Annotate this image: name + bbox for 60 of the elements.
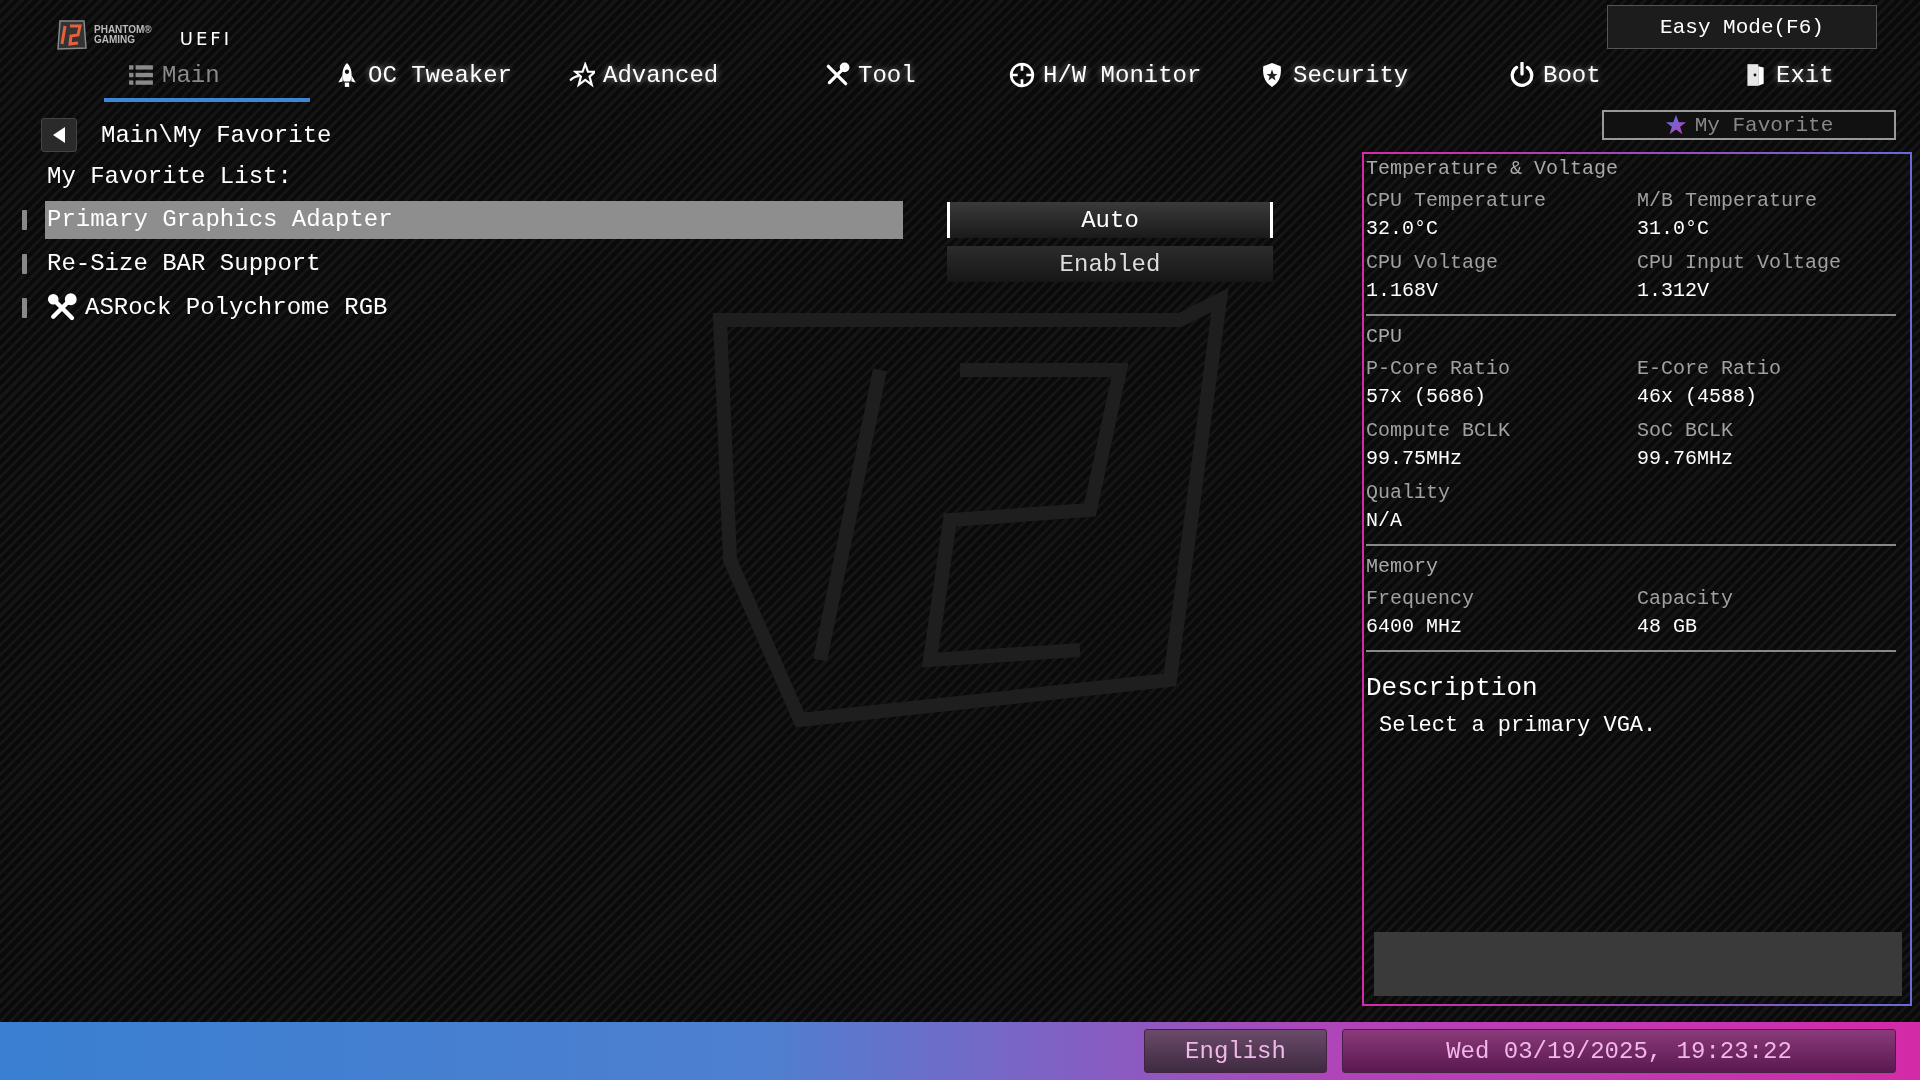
reading-value: 99.75MHz	[1366, 446, 1463, 472]
menu-tab[interactable]: Main	[104, 52, 310, 102]
reading-label: P-Core Ratio	[1366, 356, 1512, 382]
menu-tab[interactable]: Exit	[1718, 52, 1898, 102]
drag-handle[interactable]	[22, 254, 27, 274]
back-arrow-icon	[53, 127, 65, 143]
drag-handle[interactable]	[22, 210, 27, 230]
description-title: Description	[1366, 672, 1539, 705]
reading-label: Compute BCLK	[1366, 418, 1512, 444]
reading-label: M/B Temperature	[1637, 188, 1819, 214]
option-dropdown[interactable]: Auto	[947, 202, 1273, 238]
reading-label: SoC BCLK	[1637, 418, 1734, 444]
product-name: UEFI	[179, 27, 232, 49]
section-title: CPU	[1366, 324, 1403, 350]
reading-value: 48 GB	[1637, 614, 1698, 640]
reading-value: 46x (4588)	[1637, 384, 1759, 410]
list-icon	[128, 62, 154, 88]
section-title: Memory	[1366, 554, 1439, 580]
reading-value: 1.312V	[1637, 278, 1710, 304]
brand-name: PHANTOM® GAMING	[94, 25, 152, 45]
menu-tab[interactable]: OC Tweaker	[310, 52, 545, 102]
list-title: My Favorite List:	[47, 162, 293, 192]
reading-value: 57x (5686)	[1366, 384, 1488, 410]
description-text: Select a primary VGA.	[1379, 712, 1658, 740]
reading-value: 1.168V	[1366, 278, 1439, 304]
back-button[interactable]	[41, 118, 77, 152]
reading-label: Capacity	[1637, 586, 1734, 612]
reading-value: 6400 MHz	[1366, 614, 1463, 640]
easy-mode-button[interactable]: Easy Mode(F6)	[1607, 5, 1877, 49]
setting-item[interactable]: ASRock Polychrome RGB	[45, 289, 903, 327]
reading-label: CPU Input Voltage	[1637, 250, 1843, 276]
wrench-screwdriver-icon	[47, 293, 77, 323]
date-time-display: Wed 03/19/2025, 19:23:22	[1342, 1029, 1896, 1073]
crosshair-icon	[1009, 62, 1035, 88]
reading-label: Quality	[1366, 480, 1451, 506]
wrench-screwdriver-icon	[824, 62, 850, 88]
reading-label: CPU Voltage	[1366, 250, 1500, 276]
star-icon	[1664, 114, 1687, 136]
menu-tab[interactable]: H/W Monitor	[985, 52, 1235, 102]
section-title: Temperature & Voltage	[1366, 156, 1620, 182]
menu-tab[interactable]: Advanced	[545, 52, 800, 102]
reading-value: 32.0°C	[1366, 216, 1439, 242]
reading-label: CPU Temperature	[1366, 188, 1548, 214]
reading-value: 99.76MHz	[1637, 446, 1734, 472]
language-button[interactable]: English	[1144, 1029, 1327, 1073]
star-icon	[569, 62, 595, 88]
menu-tab[interactable]: Security	[1235, 52, 1485, 102]
option-dropdown[interactable]: Enabled	[947, 246, 1273, 282]
reading-value: N/A	[1366, 508, 1403, 534]
power-icon	[1509, 62, 1535, 88]
breadcrumb: Main\My Favorite	[101, 121, 332, 149]
reading-value: 31.0°C	[1637, 216, 1710, 242]
reading-label: Frequency	[1366, 586, 1476, 612]
reading-label: E-Core Ratio	[1637, 356, 1783, 382]
my-favorite-button[interactable]: My Favorite	[1602, 110, 1896, 140]
menu-tab[interactable]: Boot	[1485, 52, 1718, 102]
drag-handle[interactable]	[22, 298, 27, 318]
logo-icon	[54, 18, 88, 52]
menu-tab[interactable]: Tool	[800, 52, 985, 102]
setting-item[interactable]: Re-Size BAR Support	[45, 245, 903, 283]
